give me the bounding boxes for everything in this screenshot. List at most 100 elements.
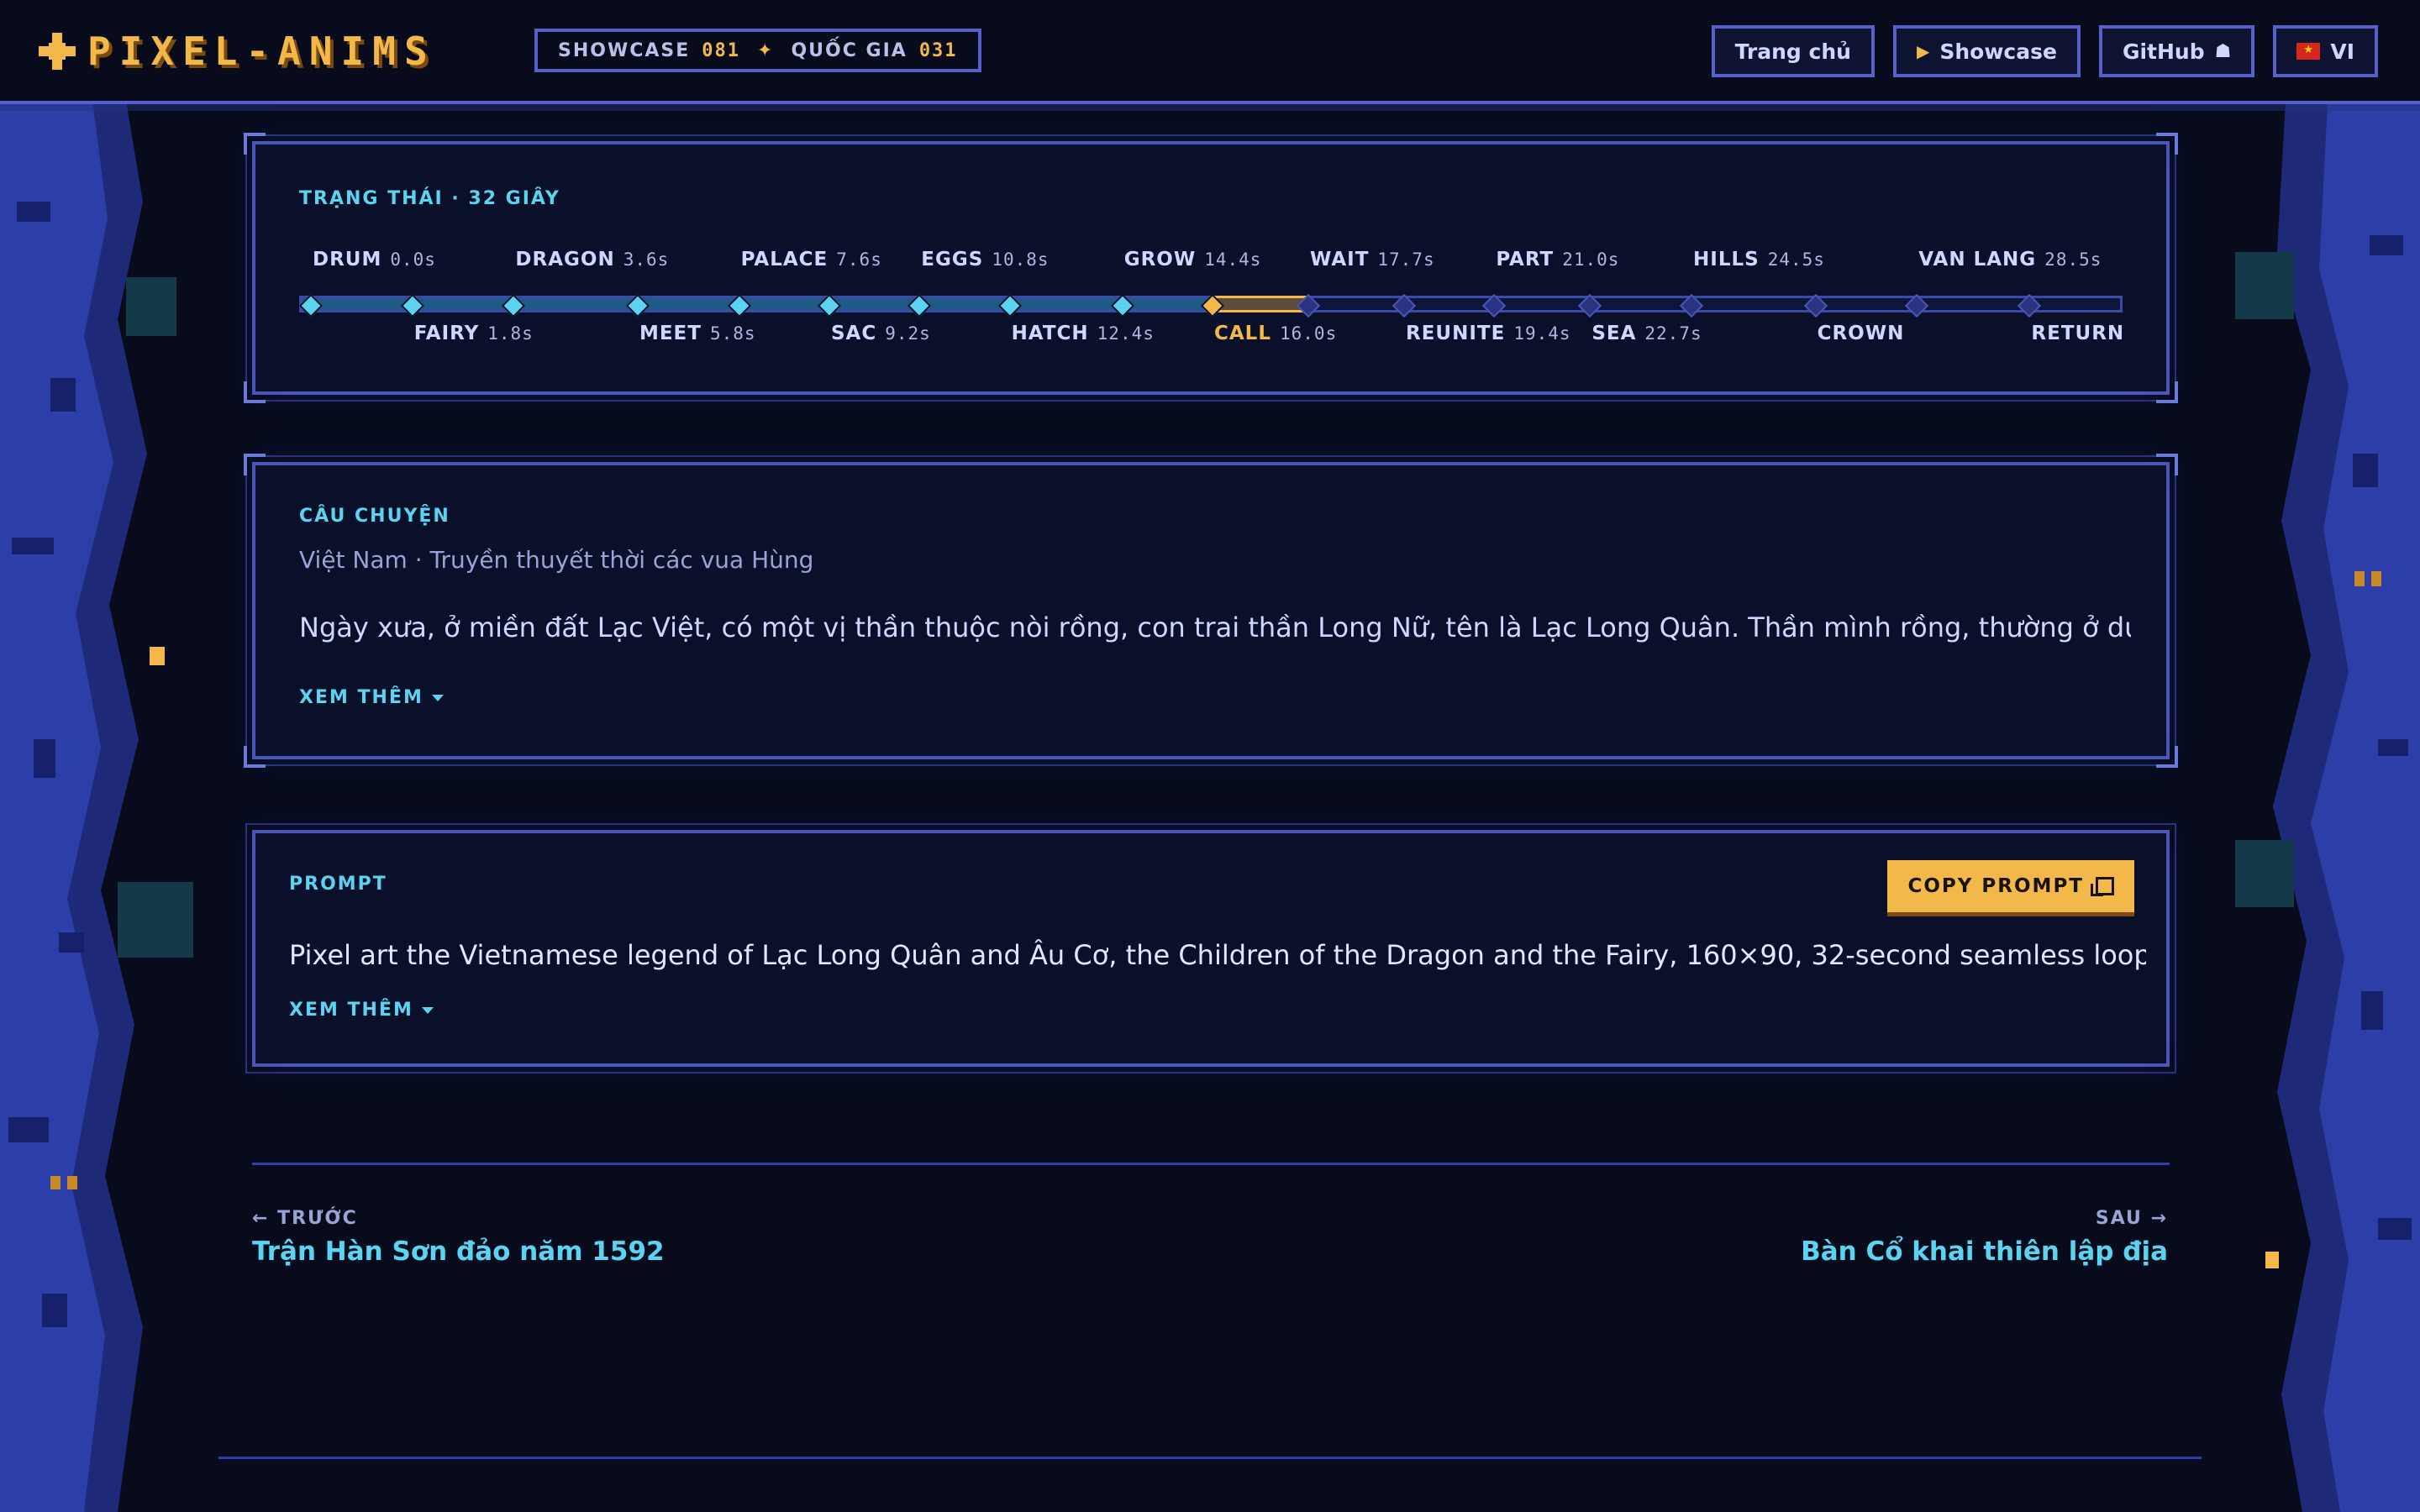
state-name: MEET — [639, 323, 702, 344]
status-timeline-panel: TRẠNG THÁI · 32 GIÂY DRUM 0.0s FAIRY 1.8s DR… — [244, 133, 2178, 403]
nav-github-label: GitHub — [2122, 39, 2205, 64]
corner-bracket — [244, 133, 266, 155]
state-name: DRUM — [313, 249, 382, 270]
state-time: 14.4s — [1204, 249, 1262, 270]
language-switcher[interactable]: VI — [2273, 25, 2378, 77]
copy-prompt-label: COPY PROMPT — [1907, 875, 2084, 897]
state-time: 1.8s — [487, 323, 534, 344]
timeline-label-crown[interactable]: CROWN — [1818, 323, 1905, 344]
timeline-label-reunite[interactable]: REUNITE 19.4s — [1406, 323, 1571, 344]
state-name: PART — [1496, 249, 1555, 270]
country-count-label: QUỐC GIA — [791, 39, 908, 61]
story-panel: CÂU CHUYỆN Việt Nam · Truyền thuyết thời… — [244, 454, 2178, 768]
timeline-label-van-lang[interactable]: VAN LANG 28.5s — [1918, 249, 2102, 270]
state-time: 9.2s — [885, 323, 931, 344]
state-name: GROW — [1123, 249, 1197, 270]
state-time: 22.7s — [1644, 323, 1702, 344]
timeline-label-wait[interactable]: WAIT 17.7s — [1310, 249, 1435, 270]
state-name: FAIRY — [413, 323, 480, 344]
state-time: 19.4s — [1513, 323, 1571, 344]
copy-icon — [2091, 877, 2114, 896]
corner-bracket — [244, 454, 266, 475]
timeline-label-palace[interactable]: PALACE 7.6s — [741, 249, 882, 270]
timeline-label-return[interactable]: RETURN — [2031, 323, 2124, 344]
story-read-more-label: XEM THÊM — [299, 687, 424, 708]
state-name: PALACE — [740, 249, 829, 270]
story-region: Việt Nam · Truyền thuyết thời các vua Hù… — [299, 546, 814, 574]
brand-name: PIXEL-ANIMS — [87, 29, 436, 74]
nav-github-button[interactable]: GitHub ☗ — [2098, 25, 2255, 77]
next-kicker: SAU → — [2095, 1208, 2168, 1229]
sparkle-icon — [39, 33, 76, 70]
left-pixel-wall — [0, 101, 235, 1512]
story-read-more-button[interactable]: XEM THÊM — [299, 687, 444, 708]
previous-kicker: ← TRƯỚC — [252, 1208, 358, 1229]
timeline-label-call[interactable]: CALL 16.0s — [1214, 323, 1337, 344]
state-time: 5.8s — [709, 323, 756, 344]
state-time: 16.0s — [1280, 323, 1338, 344]
state-name: EGGS — [921, 249, 984, 270]
showcase-count-label: SHOWCASE — [558, 39, 691, 61]
state-name: VAN LANG — [1918, 249, 2037, 270]
timeline-label-hatch[interactable]: HATCH 12.4s — [1012, 323, 1155, 344]
vietnam-flag-icon — [2296, 43, 2321, 60]
prompt-text: Pixel art the Vietnamese legend of Lạc L… — [289, 939, 2146, 971]
copy-prompt-button[interactable]: COPY PROMPT — [1887, 860, 2134, 912]
corner-bracket — [2156, 133, 2178, 155]
timeline-current-outline — [1213, 296, 1309, 312]
previous-title: Trận Hàn Sơn đảo năm 1592 — [252, 1236, 665, 1267]
brand-logo[interactable]: PIXEL-ANIMS — [39, 29, 436, 74]
state-time: 28.5s — [2044, 249, 2102, 270]
state-name: WAIT — [1310, 249, 1370, 270]
story-text: Ngày xưa, ở miền đất Lạc Việt, có một vị… — [299, 612, 2131, 643]
state-name: CROWN — [1817, 323, 1905, 344]
timeline-label-drum[interactable]: DRUM 0.0s — [313, 249, 436, 270]
timeline-label-fairy[interactable]: FAIRY 1.8s — [414, 323, 534, 344]
corner-bracket — [2156, 746, 2178, 768]
next-title: Bàn Cổ khai thiên lập địa — [1801, 1236, 2168, 1267]
corner-bracket — [244, 746, 266, 768]
nav-showcase-label: Showcase — [1939, 39, 2057, 64]
state-time: 24.5s — [1767, 249, 1825, 270]
timeline-label-grow[interactable]: GROW 14.4s — [1124, 249, 1262, 270]
state-name: HATCH — [1011, 323, 1089, 344]
timeline-label-sac[interactable]: SAC 9.2s — [831, 323, 931, 344]
state-name: SEA — [1591, 323, 1637, 344]
state-name: REUNITE — [1406, 323, 1506, 344]
state-name: HILLS — [1693, 249, 1760, 270]
top-navigation-bar: PIXEL-ANIMS SHOWCASE 081 ✦ QUỐC GIA 031 … — [0, 0, 2420, 104]
state-time: 10.8s — [992, 249, 1050, 270]
state-name: SAC — [830, 323, 877, 344]
state-time: 21.0s — [1562, 249, 1620, 270]
prompt-panel-title: PROMPT — [289, 874, 387, 895]
section-divider — [252, 1163, 2170, 1165]
state-time: 7.6s — [836, 249, 882, 270]
story-panel-title: CÂU CHUYỆN — [299, 506, 450, 527]
state-time: 17.7s — [1377, 249, 1435, 270]
play-icon: ▶ — [1916, 41, 1930, 61]
language-label: VI — [2330, 39, 2354, 64]
prompt-read-more-label: XEM THÊM — [289, 1000, 413, 1021]
timeline-label-dragon[interactable]: DRAGON 3.6s — [515, 249, 669, 270]
state-timeline[interactable]: DRUM 0.0s FAIRY 1.8s DRAGON 3.6s MEET 5.8s PALAC… — [298, 249, 2124, 358]
state-time: 12.4s — [1097, 323, 1155, 344]
state-name: CALL — [1214, 323, 1271, 344]
timeline-label-eggs[interactable]: EGGS 10.8s — [921, 249, 1049, 270]
nav-showcase-button[interactable]: ▶ Showcase — [1892, 25, 2081, 77]
state-time: 3.6s — [623, 249, 670, 270]
timeline-progress-fill — [302, 298, 1213, 310]
nav-home-button[interactable]: Trang chủ — [1711, 25, 1875, 77]
timeline-label-part[interactable]: PART 21.0s — [1496, 249, 1619, 270]
prompt-read-more-button[interactable]: XEM THÊM — [289, 1000, 434, 1021]
timeline-label-sea[interactable]: SEA 22.7s — [1591, 323, 1702, 344]
timeline-label-hills[interactable]: HILLS 24.5s — [1693, 249, 1825, 270]
status-panel-title: TRẠNG THÁI · 32 GIÂY — [299, 188, 560, 209]
country-count-value: 031 — [918, 39, 958, 61]
state-time: 0.0s — [390, 249, 436, 270]
showcase-count-value: 081 — [702, 39, 741, 61]
state-name: DRAGON — [515, 249, 615, 270]
timeline-label-meet[interactable]: MEET 5.8s — [639, 323, 756, 344]
main-nav: Trang chủ ▶ Showcase GitHub ☗ VI — [1711, 25, 2378, 77]
caret-down-icon — [431, 694, 444, 701]
nav-home-label: Trang chủ — [1734, 39, 1851, 64]
